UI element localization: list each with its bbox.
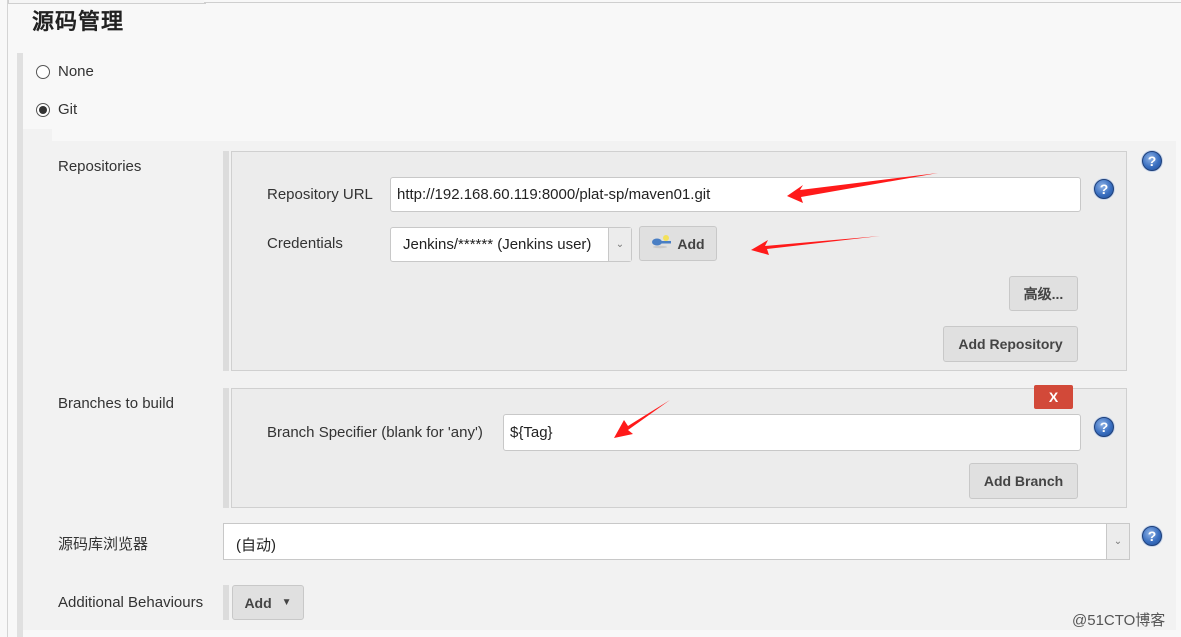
watermark: @51CTO博客 — [1072, 612, 1166, 629]
annotation-arrow-credentials — [751, 236, 880, 255]
annotation-arrows — [614, 173, 938, 438]
annotation-arrow-branch — [614, 400, 670, 438]
annotation-arrow-url — [787, 173, 938, 203]
